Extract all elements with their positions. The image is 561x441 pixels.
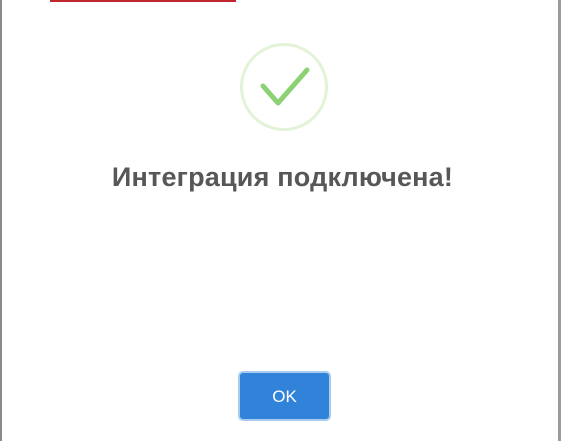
ok-button[interactable]: OK: [238, 371, 331, 421]
success-dialog: Интеграция подключена! OK: [2, 2, 558, 441]
check-icon: [260, 67, 310, 106]
success-check-icon: [240, 43, 328, 131]
dialog-title: Интеграция подключена!: [111, 162, 454, 192]
